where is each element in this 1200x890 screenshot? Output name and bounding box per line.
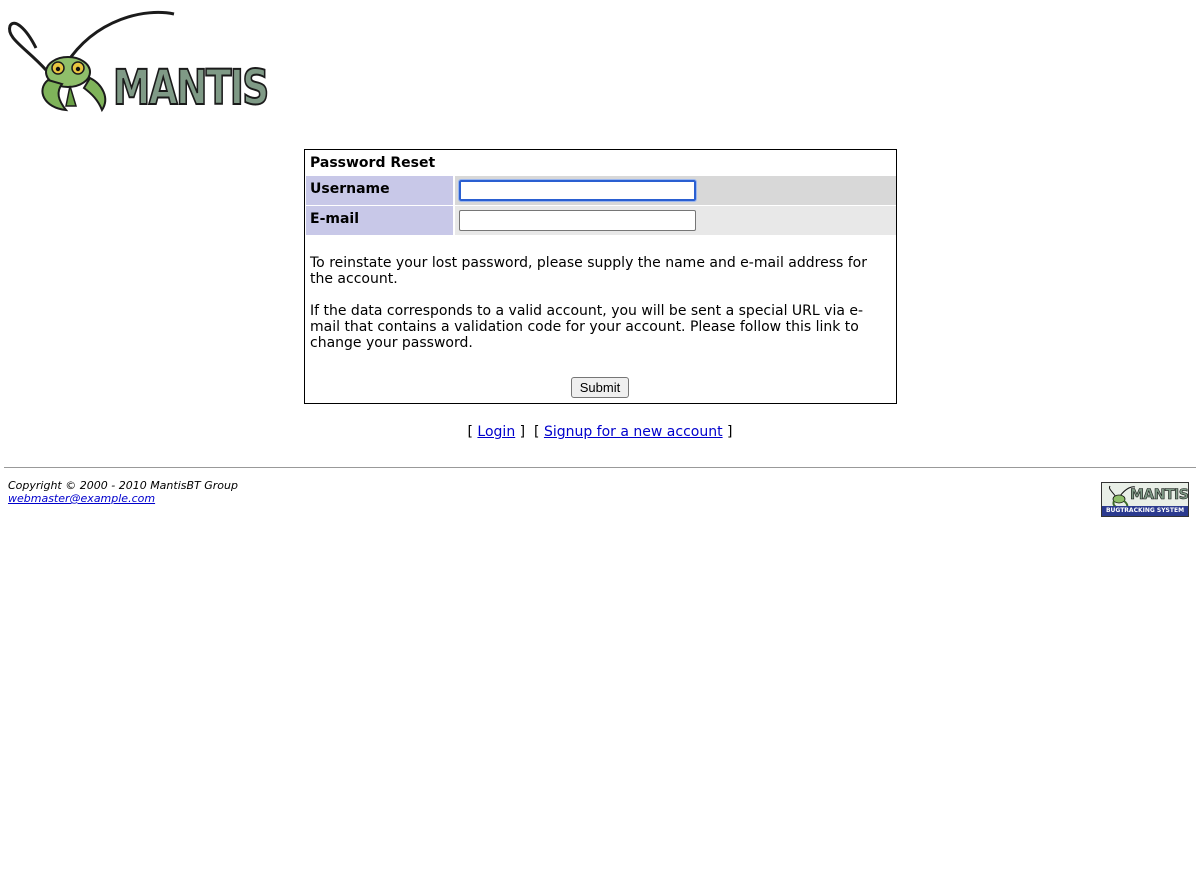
signup-link[interactable]: Signup for a new account: [544, 424, 723, 440]
email-label: E-mail: [306, 206, 453, 235]
instructions: To reinstate your lost password, please …: [310, 255, 892, 367]
email-row: E-mail: [306, 206, 896, 235]
email-cell: [455, 206, 896, 235]
mantis-logo[interactable]: MANTIS: [6, 8, 270, 114]
password-reset-form: Password Reset Username E-mail To reinst…: [304, 149, 897, 404]
copyright-text: Copyright © 2000 - 2010 MantisBT Group: [8, 479, 238, 492]
username-input[interactable]: [458, 179, 697, 202]
mantis-badge[interactable]: MANTIS BUGTRACKING SYSTEM: [1101, 482, 1189, 517]
instructions-paragraph-1: To reinstate your lost password, please …: [310, 255, 867, 287]
username-label: Username: [306, 176, 453, 205]
login-link[interactable]: Login: [477, 424, 515, 440]
form-title: Password Reset: [310, 155, 436, 171]
instructions-paragraph-2: If the data corresponds to a valid accou…: [310, 303, 864, 351]
logo-wordmark: MANTIS: [112, 60, 270, 116]
badge-subtitle: BUGTRACKING SYSTEM: [1102, 506, 1188, 516]
username-row: Username: [306, 176, 896, 205]
footer-divider: [4, 467, 1196, 468]
username-cell: [455, 176, 896, 205]
account-links: [ Login ] [ Signup for a new account ]: [467, 424, 733, 440]
submit-button[interactable]: Submit: [571, 377, 629, 398]
badge-wordmark: MANTIS: [1130, 487, 1189, 504]
webmaster-email-link[interactable]: webmaster@example.com: [8, 492, 155, 505]
footer: Copyright © 2000 - 2010 MantisBT Group w…: [8, 479, 238, 505]
email-input[interactable]: [459, 210, 696, 231]
